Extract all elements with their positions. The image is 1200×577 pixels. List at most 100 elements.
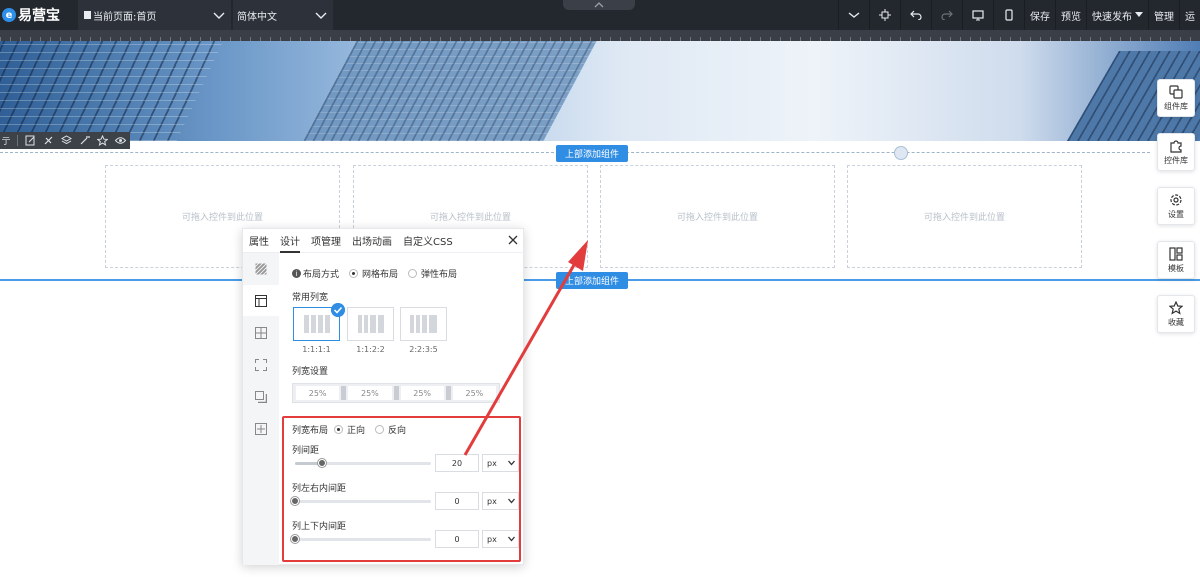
manage-button[interactable]: 管理 bbox=[1148, 0, 1179, 30]
preset-1-1-2-2[interactable] bbox=[347, 307, 394, 341]
column-horizontal-padding-unit-select[interactable]: px bbox=[482, 492, 519, 510]
chevron-up-icon bbox=[594, 2, 604, 8]
column-width-divider-handle[interactable] bbox=[445, 386, 451, 400]
chevron-down-icon bbox=[508, 536, 515, 542]
close-icon[interactable] bbox=[507, 234, 519, 246]
save-button[interactable]: 保存 bbox=[1024, 0, 1055, 30]
radio-grid-layout[interactable] bbox=[349, 269, 359, 278]
row-toolbar-label: 亍 bbox=[1, 137, 11, 147]
layout-icon bbox=[255, 294, 267, 307]
shadow-icon bbox=[255, 390, 267, 403]
top-bar: e 易营宝 当前页面:首页 简体中文 保存 预览 快速发布 管理 运 bbox=[0, 0, 1200, 30]
row-resize-handle[interactable] bbox=[894, 146, 908, 160]
layers-icon[interactable] bbox=[61, 135, 72, 146]
component-library-button[interactable]: 组件库 bbox=[1157, 79, 1195, 117]
radio-forward[interactable] bbox=[334, 425, 344, 434]
info-icon: i bbox=[292, 269, 301, 278]
language-select[interactable]: 简体中文 bbox=[233, 0, 333, 30]
tab-design[interactable]: 设计 bbox=[280, 229, 300, 253]
tab-properties[interactable]: 属性 bbox=[249, 229, 269, 253]
quick-publish-label: 快速发布 bbox=[1092, 11, 1132, 23]
template-button[interactable]: 模板 bbox=[1157, 241, 1195, 279]
column-vertical-padding-unit-select[interactable]: px bbox=[482, 530, 519, 548]
logo[interactable]: e 易营宝 bbox=[0, 0, 72, 30]
mobile-view-button[interactable] bbox=[993, 0, 1024, 30]
unit-label: px bbox=[487, 458, 497, 468]
reverse-label: 反向 bbox=[388, 426, 407, 436]
slider-knob[interactable] bbox=[291, 497, 299, 505]
tab-entrance-animation[interactable]: 出场动画 bbox=[352, 229, 392, 253]
horizontal-ruler bbox=[0, 30, 1200, 41]
side-tab-spacing[interactable] bbox=[243, 413, 279, 444]
collapse-button[interactable] bbox=[838, 0, 869, 30]
link-icon[interactable] bbox=[43, 135, 54, 146]
redo-icon bbox=[941, 10, 953, 20]
side-tab-layout[interactable] bbox=[243, 285, 279, 316]
column-width-divider-handle[interactable] bbox=[341, 386, 347, 400]
phone-icon bbox=[1005, 9, 1013, 21]
side-menu-label: 模板 bbox=[1168, 263, 1184, 273]
side-menu-label: 设置 bbox=[1168, 209, 1184, 219]
redo-button[interactable] bbox=[931, 0, 962, 30]
side-tab-grid[interactable] bbox=[243, 317, 279, 348]
monitor-icon bbox=[972, 9, 984, 20]
preview-button[interactable]: 预览 bbox=[1055, 0, 1086, 30]
tab-custom-css[interactable]: 自定义CSS bbox=[403, 229, 453, 253]
toolbar-divider bbox=[17, 135, 18, 146]
column-gap-input[interactable]: 20 bbox=[435, 454, 479, 472]
column-horizontal-padding-slider[interactable] bbox=[291, 497, 431, 505]
preset-2-2-3-5[interactable] bbox=[400, 307, 447, 341]
chevron-down-icon bbox=[315, 12, 327, 19]
magic-wand-icon[interactable] bbox=[79, 135, 90, 146]
column-width-cell[interactable]: 25% bbox=[400, 386, 444, 400]
column-gap-label: 列间距 bbox=[292, 446, 320, 456]
eye-icon[interactable] bbox=[115, 135, 126, 146]
check-icon bbox=[331, 303, 345, 317]
column-vertical-padding-label: 列上下内间距 bbox=[292, 522, 347, 532]
add-component-top-button[interactable]: 上部添加组件 bbox=[556, 145, 628, 162]
slider-knob[interactable] bbox=[291, 535, 299, 543]
star-icon[interactable] bbox=[97, 135, 108, 146]
align-icon bbox=[879, 9, 891, 21]
column-width-divider-handle[interactable] bbox=[393, 386, 399, 400]
current-page-select[interactable]: 当前页面:首页 bbox=[78, 0, 231, 30]
column-width-bar: 25% 25% 25% 25% bbox=[292, 383, 500, 403]
column-vertical-padding-input[interactable]: 0 bbox=[435, 530, 479, 548]
control-library-button[interactable]: 控件库 bbox=[1157, 133, 1195, 171]
radio-flex-layout[interactable] bbox=[408, 269, 418, 278]
language-label: 简体中文 bbox=[237, 11, 277, 23]
column-layout-row: 列宽布局 正向 反向 bbox=[292, 423, 406, 436]
settings-button[interactable]: 设置 bbox=[1157, 187, 1195, 225]
column-gap-slider[interactable] bbox=[295, 459, 431, 467]
side-tab-border[interactable] bbox=[243, 349, 279, 380]
column-width-cell[interactable]: 25% bbox=[348, 386, 392, 400]
radio-reverse[interactable] bbox=[375, 425, 385, 434]
desktop-view-button[interactable] bbox=[962, 0, 993, 30]
slider-knob[interactable] bbox=[318, 459, 326, 467]
column-drop-zone[interactable]: 可拖入控件到此位置 bbox=[847, 165, 1082, 268]
add-component-bottom-button[interactable]: 上部添加组件 bbox=[556, 272, 628, 289]
side-tab-background[interactable] bbox=[243, 253, 279, 284]
edit-icon[interactable] bbox=[25, 135, 36, 146]
undo-button[interactable] bbox=[900, 0, 931, 30]
column-vertical-padding-slider[interactable] bbox=[291, 535, 431, 543]
template-icon bbox=[1169, 246, 1183, 261]
column-gap-unit-select[interactable]: px bbox=[482, 454, 519, 472]
favorites-button[interactable]: 收藏 bbox=[1157, 295, 1195, 333]
preset-label: 2:2:3:5 bbox=[409, 345, 438, 354]
building-left-image bbox=[0, 41, 224, 141]
column-drop-zone[interactable]: 可拖入控件到此位置 bbox=[600, 165, 835, 268]
common-widths-label: 常用列宽 bbox=[292, 293, 329, 303]
column-horizontal-padding-label: 列左右内间距 bbox=[292, 484, 347, 494]
column-horizontal-padding-input[interactable]: 0 bbox=[435, 492, 479, 510]
quick-publish-button[interactable]: 快速发布 bbox=[1086, 0, 1148, 30]
tab-item-management[interactable]: 项管理 bbox=[311, 229, 341, 253]
column-width-cell[interactable]: 25% bbox=[452, 386, 496, 400]
side-menu-label: 组件库 bbox=[1164, 101, 1188, 111]
align-button[interactable] bbox=[869, 0, 900, 30]
side-tab-shadow[interactable] bbox=[243, 381, 279, 412]
banner-image bbox=[0, 41, 1200, 141]
more-button[interactable]: 运 bbox=[1179, 0, 1200, 30]
column-width-cell[interactable]: 25% bbox=[296, 386, 340, 400]
collapse-toolbar-handle[interactable] bbox=[563, 0, 635, 10]
